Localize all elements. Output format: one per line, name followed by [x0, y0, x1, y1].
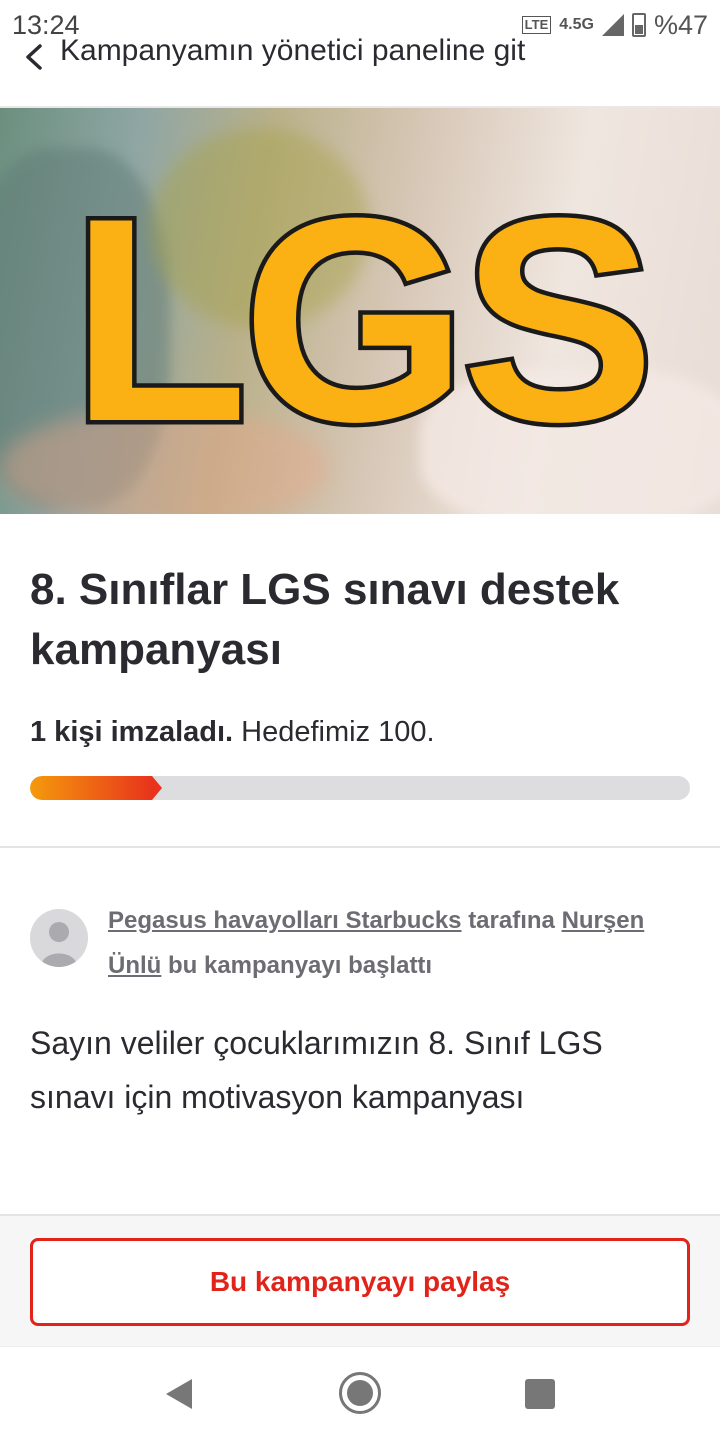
user-icon [41, 922, 77, 967]
campaign-title: 8. Sınıflar LGS sınavı destek kampanyası [30, 565, 620, 674]
share-campaign-button[interactable]: Bu kampanyayı paylaş [30, 1238, 690, 1326]
avatar [30, 909, 88, 967]
signature-progress-text: 1 kişi imzaladı. Hedefimiz 100. [30, 716, 435, 749]
signature-progress-fill [30, 776, 152, 800]
share-area: Bu kampanyayı paylaş [0, 1214, 720, 1346]
signature-goal: Hedefimiz 100. [241, 716, 435, 748]
signature-progress-bar [30, 776, 690, 800]
back-to-dashboard-link[interactable]: Kampanyamın yönetici paneline git [60, 32, 525, 74]
recent-apps-icon[interactable] [525, 1379, 555, 1409]
campaign-description: Sayın veliler çocuklarımızın 8. Sınıf LG… [30, 1025, 603, 1115]
top-nav[interactable]: Kampanyamın yönetici paneline git [0, 32, 720, 106]
recipient-preposition: tarafına [468, 907, 555, 934]
home-icon[interactable] [338, 1371, 382, 1415]
signature-progress-tip [152, 776, 162, 800]
section-divider [0, 846, 720, 848]
starter-suffix: bu kampanyayı başlattı [168, 952, 433, 979]
chevron-left-icon[interactable] [20, 42, 50, 72]
lgs-logo: LGS [66, 190, 659, 450]
campaign-starter-info: Pegasus havayolları Starbucks tarafına N… [108, 898, 688, 988]
back-icon[interactable] [164, 1377, 194, 1411]
campaign-hero-image: LGS [0, 108, 720, 514]
signature-count: 1 kişi imzaladı. [30, 716, 234, 748]
lgs-logo-text: LGS [71, 190, 649, 450]
system-nav-bar [0, 1346, 720, 1440]
recipient-link[interactable]: Pegasus havayolları Starbucks [108, 907, 462, 934]
